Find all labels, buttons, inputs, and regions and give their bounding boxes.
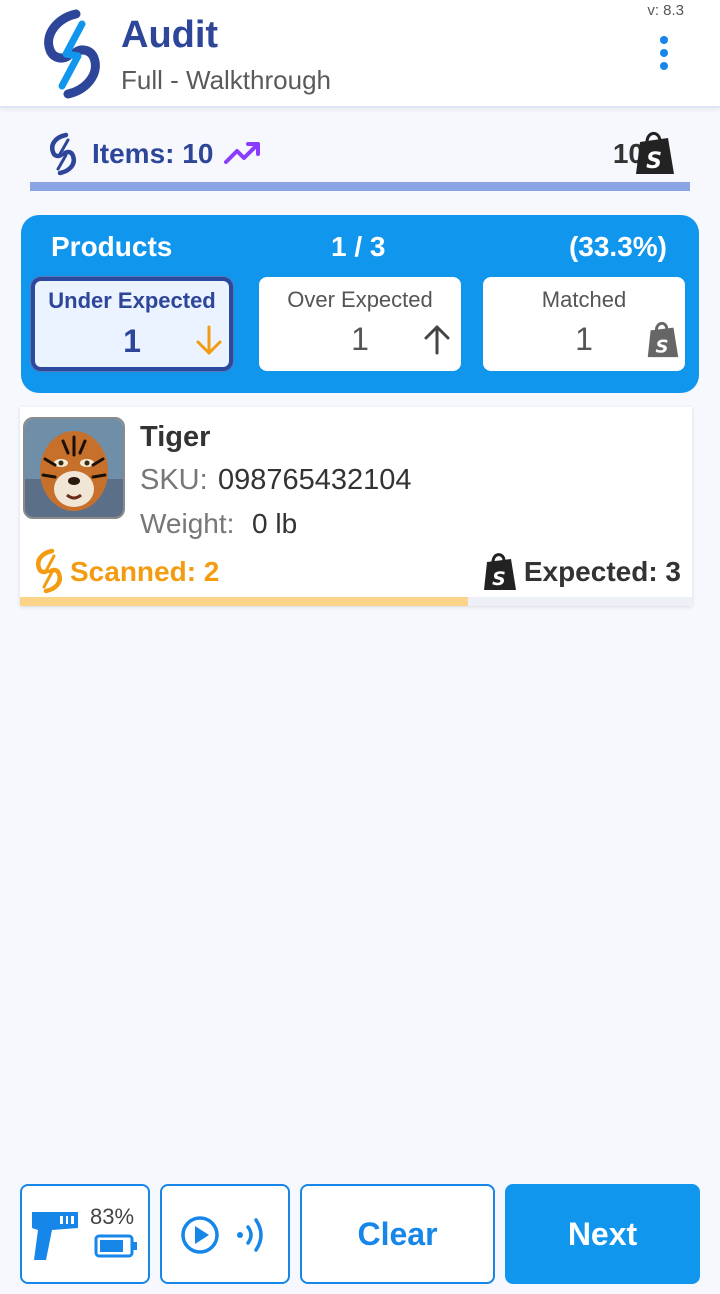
stat-title: Over Expected xyxy=(287,287,433,312)
next-button[interactable]: Next xyxy=(505,1184,700,1284)
products-panel: Products 1 / 3 (33.3%) Under Expected 1 … xyxy=(21,215,699,393)
sku-label: SKU: xyxy=(140,464,208,496)
svg-text:S: S xyxy=(656,336,669,357)
items-progress-bar xyxy=(30,182,690,191)
product-name: Tiger xyxy=(140,421,211,453)
stat-title: Under Expected xyxy=(48,288,216,313)
more-menu-button[interactable] xyxy=(648,30,680,76)
matched-card[interactable]: Matched 1 S xyxy=(483,277,685,371)
scan-logo-icon xyxy=(36,548,62,594)
app-header: Audit Full - Walkthrough v: 8.3 xyxy=(0,0,720,108)
product-card[interactable]: Tiger SKU: 098765432104 Weight: 0 lb Sca… xyxy=(20,407,692,606)
app-title: Audit xyxy=(121,14,219,56)
app-logo-icon xyxy=(44,9,100,99)
barcode-scanner-icon xyxy=(32,1212,78,1260)
items-summary: Items: 10 10 S xyxy=(30,128,690,182)
trending-up-icon xyxy=(224,142,260,164)
svg-text:S: S xyxy=(646,149,662,174)
play-sound-button[interactable] xyxy=(160,1184,290,1284)
weight-label: Weight: xyxy=(140,508,235,539)
tiger-image-icon xyxy=(25,419,123,517)
next-button-label: Next xyxy=(567,1215,638,1252)
under-expected-card[interactable]: Under Expected 1 xyxy=(31,277,233,371)
clear-button-label: Clear xyxy=(357,1215,438,1252)
stat-title: Matched xyxy=(541,287,627,312)
scan-progress-track xyxy=(20,597,692,606)
arrow-down-icon xyxy=(196,325,222,355)
scan-progress-fill xyxy=(20,597,469,606)
weight-value: 0 lb xyxy=(252,508,298,539)
battery-level: 83% xyxy=(90,1204,135,1229)
play-circle-icon xyxy=(181,1216,219,1254)
signal-waves-icon xyxy=(237,1218,263,1252)
battery-icon xyxy=(94,1234,137,1258)
product-image xyxy=(23,417,125,519)
menu-dot-icon xyxy=(660,62,668,70)
menu-dot-icon xyxy=(660,36,668,44)
sku-value: 098765432104 xyxy=(218,464,412,496)
arrow-up-icon xyxy=(424,325,450,355)
products-count: 1 / 3 xyxy=(331,231,386,262)
over-expected-card[interactable]: Over Expected 1 xyxy=(259,277,461,371)
products-label: Products xyxy=(51,231,173,262)
version-label: v: 8.3 xyxy=(647,2,684,19)
shopify-bag-icon: S xyxy=(484,553,516,590)
shopify-bag-icon: S xyxy=(647,321,679,357)
scan-logo-icon xyxy=(50,132,76,176)
app-subtitle: Full - Walkthrough xyxy=(121,65,331,95)
menu-dot-icon xyxy=(660,49,668,57)
svg-text:S: S xyxy=(492,568,506,590)
scanned-count: Scanned: 2 xyxy=(70,556,220,587)
expected-count: Expected: 3 xyxy=(523,556,681,587)
clear-button[interactable]: Clear xyxy=(300,1184,495,1284)
shopify-bag-icon: S xyxy=(636,132,674,174)
items-count-label: Items: 10 xyxy=(92,138,214,169)
scanner-button[interactable]: 83% xyxy=(20,1184,150,1284)
products-percent: (33.3%) xyxy=(568,231,667,262)
